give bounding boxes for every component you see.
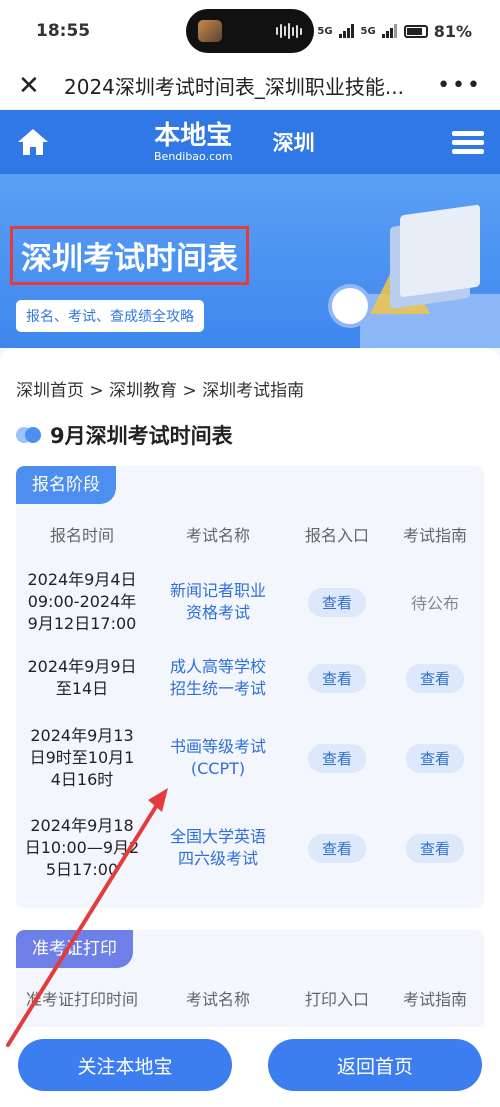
header-cell: 考试指南: [402, 990, 467, 1009]
header-cell: 准考证打印时间: [25, 990, 138, 1009]
follow-button[interactable]: 关注本地宝: [18, 1039, 232, 1091]
header-cell: 考试名称: [185, 990, 250, 1009]
exam-name-link[interactable]: 新闻记者职业 资格考试: [148, 580, 288, 624]
site-nav-bar: 本地宝 Bendibao.com 深圳: [0, 110, 500, 174]
entry-view-button[interactable]: 查看: [307, 663, 366, 693]
logo-sub-text: Bendibao.com: [154, 149, 233, 163]
registration-panel: 报名阶段 报名时间 考试名称 报名入口 考试指南 2024年9月4日 09:00…: [16, 466, 484, 908]
reg-time-cell: 2024年9月4日 09:00-2024年 9月12日17:00: [27, 570, 137, 633]
status-icons: 5G 5G 81%: [291, 22, 472, 41]
reg-time-cell: 2024年9月9日 至14日: [27, 657, 137, 698]
header-cell: 考试指南: [402, 526, 467, 545]
banner-subtitle: 报名、考试、查成绩全攻略: [16, 300, 204, 332]
audio-wave-icon: [276, 23, 302, 39]
guide-view-button[interactable]: 查看: [405, 743, 464, 773]
battery-percent: 81%: [433, 21, 472, 41]
signal-icon: [338, 24, 354, 38]
section-heading: 9月深圳考试时间表: [16, 420, 233, 450]
section-title-text: 9月深圳考试时间表: [50, 424, 233, 448]
exam-name-link[interactable]: 书画等级考试 (CCPT): [148, 736, 288, 780]
exam-name-link[interactable]: 成人高等学校 招生统一考试: [148, 656, 288, 700]
header-cell: 报名入口: [304, 526, 369, 545]
status-time: 18:55: [36, 21, 91, 41]
menu-icon[interactable]: [452, 130, 484, 154]
main-content: 深圳首页 > 深圳教育 > 深圳考试指南 9月深圳考试时间表 报名阶段 报名时间…: [0, 348, 500, 1107]
clock-decoration: [328, 284, 372, 328]
table-header: 报名时间 考试名称 报名入口 考试指南: [16, 522, 484, 546]
city-name[interactable]: 深圳: [273, 127, 315, 157]
browser-title-bar: ✕ 2024深圳考试时间表_深圳职业技能... •••: [0, 62, 500, 110]
status-bar: 18:55 5G 5G 81%: [0, 0, 500, 62]
back-home-button[interactable]: 返回首页: [268, 1039, 482, 1091]
table-row: 2024年9月18 日10:00—9月2 5日17:00 全国大学英语 四六级考…: [16, 812, 484, 884]
entry-view-button[interactable]: 查看: [307, 743, 366, 773]
breadcrumb[interactable]: 深圳首页 > 深圳教育 > 深圳考试指南: [16, 376, 304, 401]
registration-tag: 报名阶段: [16, 466, 116, 504]
header-cell: 报名时间: [49, 526, 114, 545]
header-cell: 考试名称: [185, 526, 250, 545]
book-decoration: [400, 204, 480, 298]
header-cell: 打印入口: [304, 990, 369, 1009]
entry-view-button[interactable]: 查看: [307, 587, 366, 617]
media-thumbnail: [198, 20, 222, 42]
network-5g-label: 5G: [317, 25, 333, 37]
table-row: 2024年9月4日 09:00-2024年 9月12日17:00 新闻记者职业 …: [16, 566, 484, 638]
reg-time-cell: 2024年9月18 日10:00—9月2 5日17:00: [24, 816, 140, 879]
battery-icon: [403, 24, 428, 38]
logo-main-text: 本地宝: [154, 120, 233, 151]
site-logo[interactable]: 本地宝 Bendibao.com: [154, 123, 233, 162]
admission-tag: 准考证打印: [16, 930, 133, 968]
close-icon[interactable]: ✕: [18, 71, 42, 101]
bottom-action-bar: 关注本地宝 返回首页: [0, 1027, 500, 1107]
home-icon[interactable]: [16, 127, 50, 157]
banner-title: 深圳考试时间表: [10, 226, 249, 285]
signal-icon-2: [381, 24, 397, 38]
guide-view-button[interactable]: 查看: [405, 833, 464, 863]
exam-name-link[interactable]: 全国大学英语 四六级考试: [148, 826, 288, 870]
more-options-icon[interactable]: •••: [437, 73, 482, 98]
guide-view-button[interactable]: 查看: [405, 663, 464, 693]
entry-view-button[interactable]: 查看: [307, 833, 366, 863]
page-title: 2024深圳考试时间表_深圳职业技能...: [64, 75, 404, 99]
network-5g-label-2: 5G: [360, 25, 376, 37]
table-row: 2024年9月13 日9时至10月1 4日16时 书画等级考试 (CCPT) 查…: [16, 722, 484, 794]
banner: 深圳考试时间表 报名、考试、查成绩全攻略: [0, 174, 500, 348]
guide-pending-text: 待公布: [410, 594, 459, 613]
table-header: 准考证打印时间 考试名称 打印入口 考试指南: [16, 986, 484, 1010]
dynamic-island[interactable]: [186, 9, 314, 53]
reg-time-cell: 2024年9月13 日9时至10月1 4日16时: [29, 726, 135, 789]
table-row: 2024年9月9日 至14日 成人高等学校 招生统一考试 查看 查看: [16, 654, 484, 702]
bullet-dots-icon: [16, 425, 42, 445]
